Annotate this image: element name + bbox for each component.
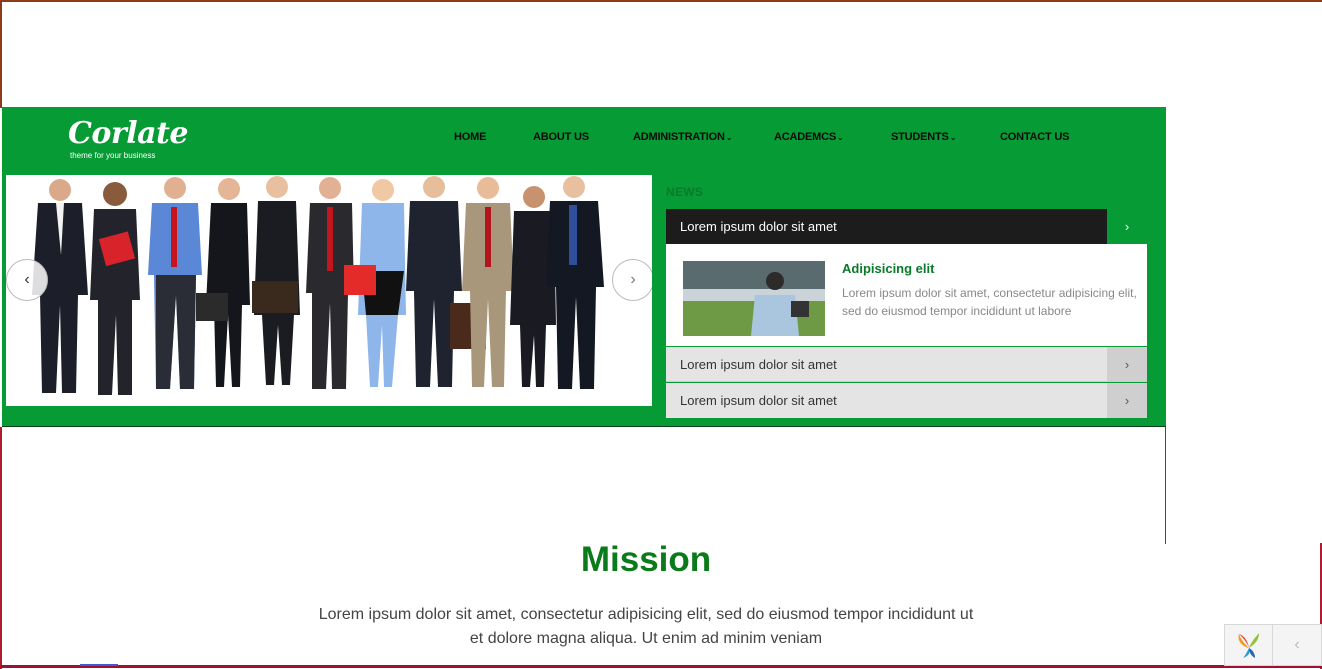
floating-widget: ‹ [1224, 624, 1322, 666]
nav-academics[interactable]: ACADEMCS⌄ [774, 131, 844, 143]
news-card[interactable]: Adipisicing elit Lorem ipsum dolor sit a… [666, 244, 1147, 346]
nav-students-label: STUDENTS [891, 131, 949, 143]
news-item-label: Lorem ipsum dolor sit amet [680, 356, 837, 372]
hero-section: Corlate theme for your business HOME ABO… [2, 107, 1166, 427]
main-nav: HOME ABOUT US ADMINISTRATION⌄ ACADEMCS⌄ … [2, 131, 1166, 145]
mission-text: Lorem ipsum dolor sit amet, consectetur … [318, 606, 974, 647]
chevron-right-icon: › [1107, 383, 1147, 418]
news-item[interactable]: Lorem ipsum dolor sit amet › [666, 209, 1147, 244]
news-item-label: Lorem ipsum dolor sit amet [680, 219, 837, 234]
chevron-down-icon: ⌄ [836, 133, 844, 142]
nav-contact-us[interactable]: CONTACT US [1000, 131, 1069, 143]
yii-logo-icon[interactable] [1225, 625, 1273, 665]
window-border-left [0, 0, 2, 108]
nav-about-us[interactable]: ABOUT US [533, 131, 589, 143]
nav-academics-label: ACADEMCS [774, 131, 836, 143]
nav-administration-label: ADMINISTRATION [633, 131, 725, 143]
image-slider: ‹ › [6, 175, 652, 406]
window-border-top [0, 0, 1322, 2]
news-item[interactable]: Lorem ipsum dolor sit amet › [666, 347, 1147, 382]
brand-tagline: theme for your business [70, 151, 156, 160]
chevron-right-icon: › [1107, 209, 1147, 244]
nav-administration[interactable]: ADMINISTRATION⌄ [633, 131, 732, 143]
news-heading: NEWS [666, 185, 704, 199]
scroll-indicator [80, 664, 118, 666]
mission-title: Mission [580, 540, 712, 579]
news-thumbnail [683, 261, 825, 336]
nav-contact-us-label: CONTACT US [1000, 131, 1070, 143]
slider-next-button[interactable]: › [612, 259, 652, 301]
chevron-down-icon: ⌄ [949, 133, 957, 142]
nav-about-us-label: ABOUT US [533, 131, 589, 143]
news-item[interactable]: Lorem ipsum dolor sit amet › [666, 383, 1147, 418]
slider-prev-button[interactable]: ‹ [6, 259, 48, 301]
chevron-left-icon: ‹ [24, 271, 30, 288]
chevron-right-icon: › [630, 271, 636, 288]
news-item-label: Lorem ipsum dolor sit amet [680, 393, 837, 408]
window-border-bottom [0, 665, 1322, 668]
chevron-down-icon: ⌄ [725, 133, 733, 142]
nav-home[interactable]: HOME [454, 131, 486, 143]
business-team-photo [6, 175, 652, 406]
news-card-text: Lorem ipsum dolor sit amet, consectetur … [842, 286, 1137, 318]
chevron-right-icon: › [1107, 347, 1147, 381]
nav-students[interactable]: STUDENTS⌄ [891, 131, 956, 143]
nav-home-label: HOME [454, 131, 487, 143]
news-card-title: Adipisicing elit [842, 261, 935, 276]
collapse-arrow-icon[interactable]: ‹ [1273, 625, 1321, 665]
